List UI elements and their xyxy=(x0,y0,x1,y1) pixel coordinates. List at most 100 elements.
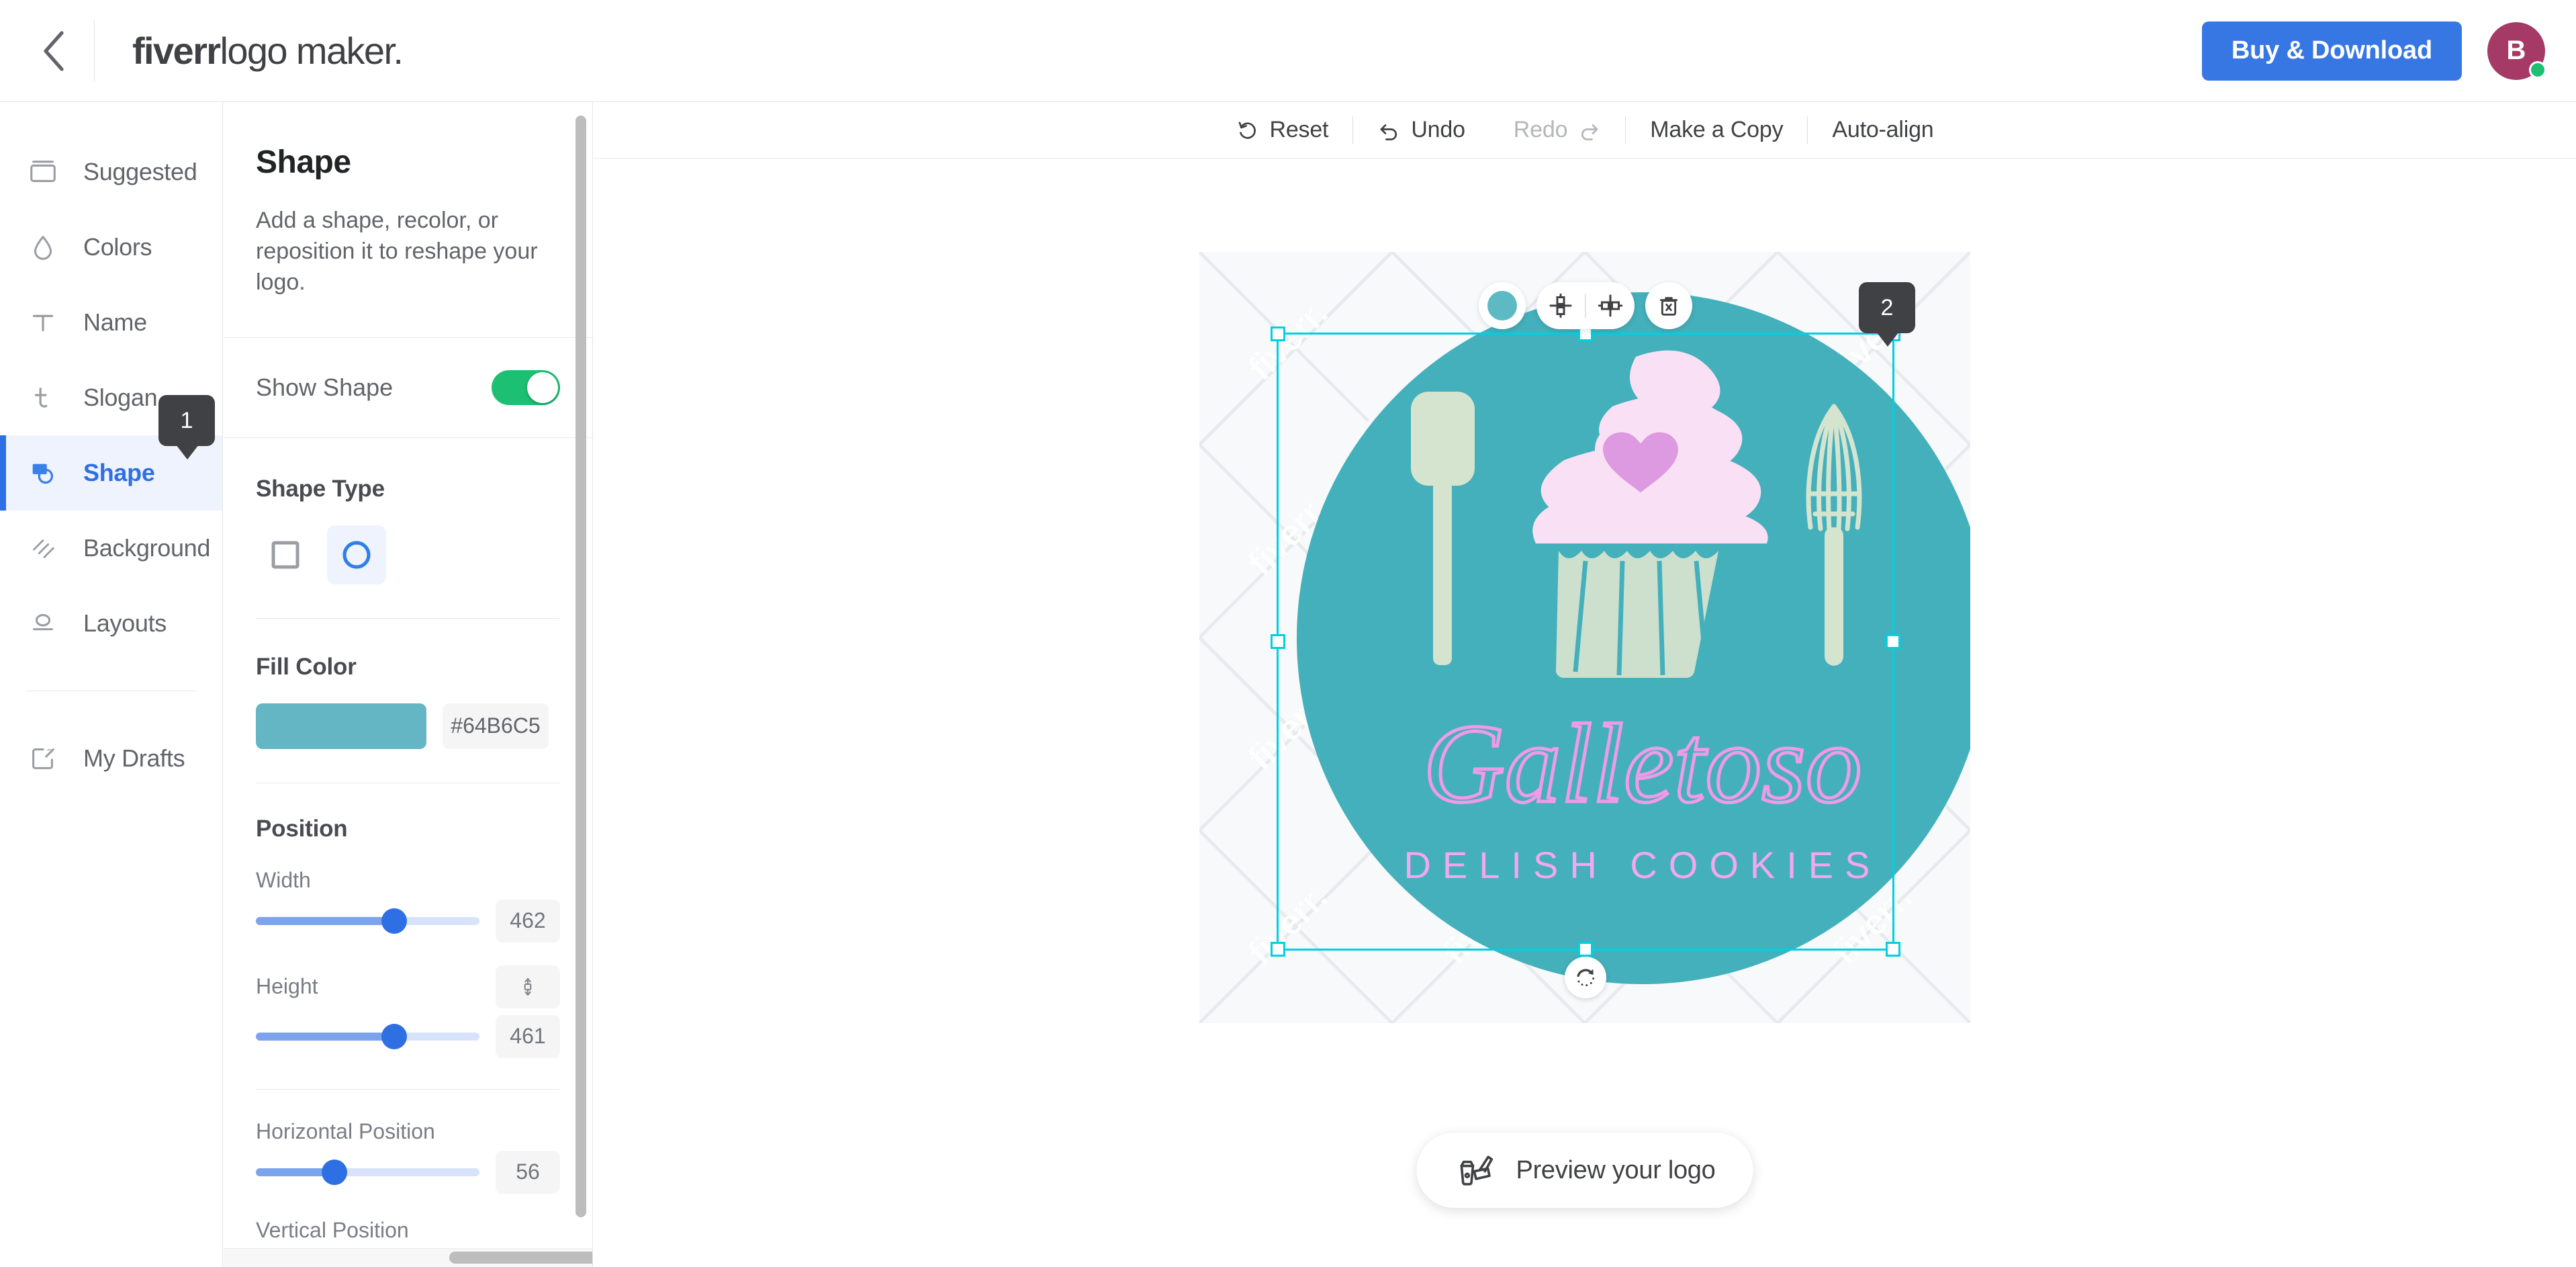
floating-shape-toolbar xyxy=(1479,282,1692,329)
width-slider-row: 462 xyxy=(256,899,560,943)
resize-handle-middle-right[interactable] xyxy=(1886,634,1900,649)
align-horizontal-center-button[interactable] xyxy=(1586,282,1635,329)
align-vertical-center-button[interactable] xyxy=(1536,282,1585,329)
slider-knob[interactable] xyxy=(321,1159,347,1185)
editor-stage: Reset Undo Redo Make a Copy Auto-align f… xyxy=(594,102,2576,1267)
slider-knob[interactable] xyxy=(381,908,408,934)
preview-mockup-icon xyxy=(1460,1155,1493,1186)
show-shape-label: Show Shape xyxy=(256,373,394,401)
preview-your-logo-button[interactable]: Preview your logo xyxy=(1416,1133,1753,1208)
header-divider xyxy=(94,19,95,82)
shape-type-label: Shape Type xyxy=(256,475,385,502)
text-t-icon xyxy=(26,307,60,338)
sidebar-item-label: Layouts xyxy=(83,609,167,637)
horizontal-position-section: Horizontal Position 56 Vertical Position… xyxy=(224,1119,592,1267)
width-value-input[interactable]: 462 xyxy=(496,899,560,943)
show-shape-toggle[interactable] xyxy=(492,369,560,405)
horizontal-position-slider[interactable] xyxy=(256,1159,479,1185)
sidebar-item-label: My Drafts xyxy=(83,744,185,772)
fill-color-swatch[interactable] xyxy=(256,703,426,749)
editor-toolbar: Reset Undo Redo Make a Copy Auto-align xyxy=(594,102,2576,159)
horizontal-slider-row: 56 xyxy=(256,1150,560,1194)
brand-logo[interactable]: fiverrlogo maker. xyxy=(132,29,404,73)
brand-fiverr: fiverr xyxy=(132,30,221,72)
sidebar-item-label: Shape xyxy=(83,459,155,486)
height-slider[interactable] xyxy=(256,1023,479,1049)
sidebar-item-label: Slogan xyxy=(83,384,158,411)
fill-color-row: #64B6C5 xyxy=(256,703,560,749)
undo-button[interactable]: Undo xyxy=(1353,102,1489,159)
slider-fill xyxy=(256,916,395,925)
fill-color-hex-input[interactable]: #64B6C5 xyxy=(443,703,549,749)
make-a-copy-button[interactable]: Make a Copy xyxy=(1626,102,1807,159)
horizontal-position-label: Horizontal Position xyxy=(256,1119,435,1143)
shape-type-circle[interactable] xyxy=(327,525,386,584)
buy-and-download-button[interactable]: Buy & Download xyxy=(2201,21,2462,81)
shape-color-button[interactable] xyxy=(1479,282,1526,329)
rotate-handle[interactable] xyxy=(1565,957,1606,998)
sidebar-item-suggested[interactable]: Suggested xyxy=(0,134,222,210)
shape-type-options xyxy=(256,525,560,584)
position-label: Position xyxy=(256,815,348,842)
tooltip-badge-2: 2 xyxy=(1859,282,1915,347)
app-header: fiverrlogo maker. Buy & Download B xyxy=(0,0,2576,102)
resize-handle-top-left[interactable] xyxy=(1271,326,1285,341)
rotate-icon xyxy=(1577,969,1595,987)
resize-handle-bottom-left[interactable] xyxy=(1271,942,1285,957)
header-actions: Buy & Download B xyxy=(2201,21,2546,81)
sidebar-item-name[interactable]: Name xyxy=(0,285,222,360)
vertical-position-label: Vertical Position xyxy=(256,1217,409,1242)
panel-divider-2 xyxy=(224,437,592,438)
panel-vertical-scrollbar[interactable] xyxy=(576,116,586,1217)
height-value-input[interactable]: 461 xyxy=(496,1014,560,1058)
sidebar-item-label: Suggested xyxy=(83,158,197,185)
panel-intro: Shape Add a shape, recolor, or repositio… xyxy=(224,144,592,298)
text-small-t-icon xyxy=(26,382,60,413)
delete-shape-button[interactable] xyxy=(1645,282,1692,329)
selection-box[interactable]: 2 xyxy=(1271,282,1915,998)
align-vertical-center-icon xyxy=(1549,293,1572,318)
width-label: Width xyxy=(256,867,311,892)
horizontal-value-input[interactable]: 56 xyxy=(496,1150,560,1194)
sidebar-item-layouts[interactable]: Layouts xyxy=(0,586,222,661)
back-button[interactable] xyxy=(27,24,81,78)
panel-description: Add a shape, recolor, or reposition it t… xyxy=(256,208,538,296)
resize-handle-bottom-right[interactable] xyxy=(1886,942,1900,957)
resize-handle-bottom-center[interactable] xyxy=(1578,942,1593,957)
panel-horizontal-scrollbar-thumb[interactable] xyxy=(449,1252,592,1264)
show-shape-row: Show Shape xyxy=(224,338,592,437)
undo-label: Undo xyxy=(1411,117,1465,142)
sidebar-item-colors[interactable]: Colors xyxy=(0,210,222,285)
undo-icon xyxy=(1380,124,1397,140)
panel-divider-5 xyxy=(256,1088,560,1090)
width-slider[interactable] xyxy=(256,908,479,934)
shape-type-square[interactable] xyxy=(256,525,315,584)
link-ratio-icon xyxy=(524,977,532,996)
circle-icon xyxy=(342,541,371,569)
online-status-dot xyxy=(2529,60,2546,79)
aspect-ratio-link-button[interactable] xyxy=(496,965,560,1008)
reset-label: Reset xyxy=(1269,117,1329,142)
sidebar-item-background[interactable]: Background xyxy=(0,511,222,586)
auto-align-button[interactable]: Auto-align xyxy=(1808,102,1958,159)
height-slider-row: 461 xyxy=(256,1014,560,1058)
height-label: Height xyxy=(256,974,318,999)
sidebar-item-my-drafts[interactable]: My Drafts xyxy=(0,721,222,796)
resize-handle-middle-left[interactable] xyxy=(1271,634,1285,649)
redo-button[interactable]: Redo xyxy=(1489,102,1625,159)
shapes-icon xyxy=(26,457,60,488)
trash-icon xyxy=(1659,297,1678,316)
fill-color-section: Fill Color #64B6C5 xyxy=(224,654,592,749)
avatar-wrapper: B xyxy=(2487,21,2546,80)
redo-icon xyxy=(1581,124,1598,140)
edit-square-icon xyxy=(26,743,60,774)
square-icon xyxy=(271,541,300,569)
panel-divider-3 xyxy=(256,617,560,619)
reset-button[interactable]: Reset xyxy=(1211,102,1352,159)
window-icon xyxy=(26,157,60,187)
slider-knob[interactable] xyxy=(381,1023,408,1049)
droplet-icon xyxy=(26,232,60,263)
logo-artboard[interactable]: fiverr. fiverr. fiverr. fiverr. fiverr. … xyxy=(1199,252,1970,1023)
tooltip-badge-1: 1 xyxy=(158,395,215,460)
panel-title: Shape xyxy=(256,144,351,180)
